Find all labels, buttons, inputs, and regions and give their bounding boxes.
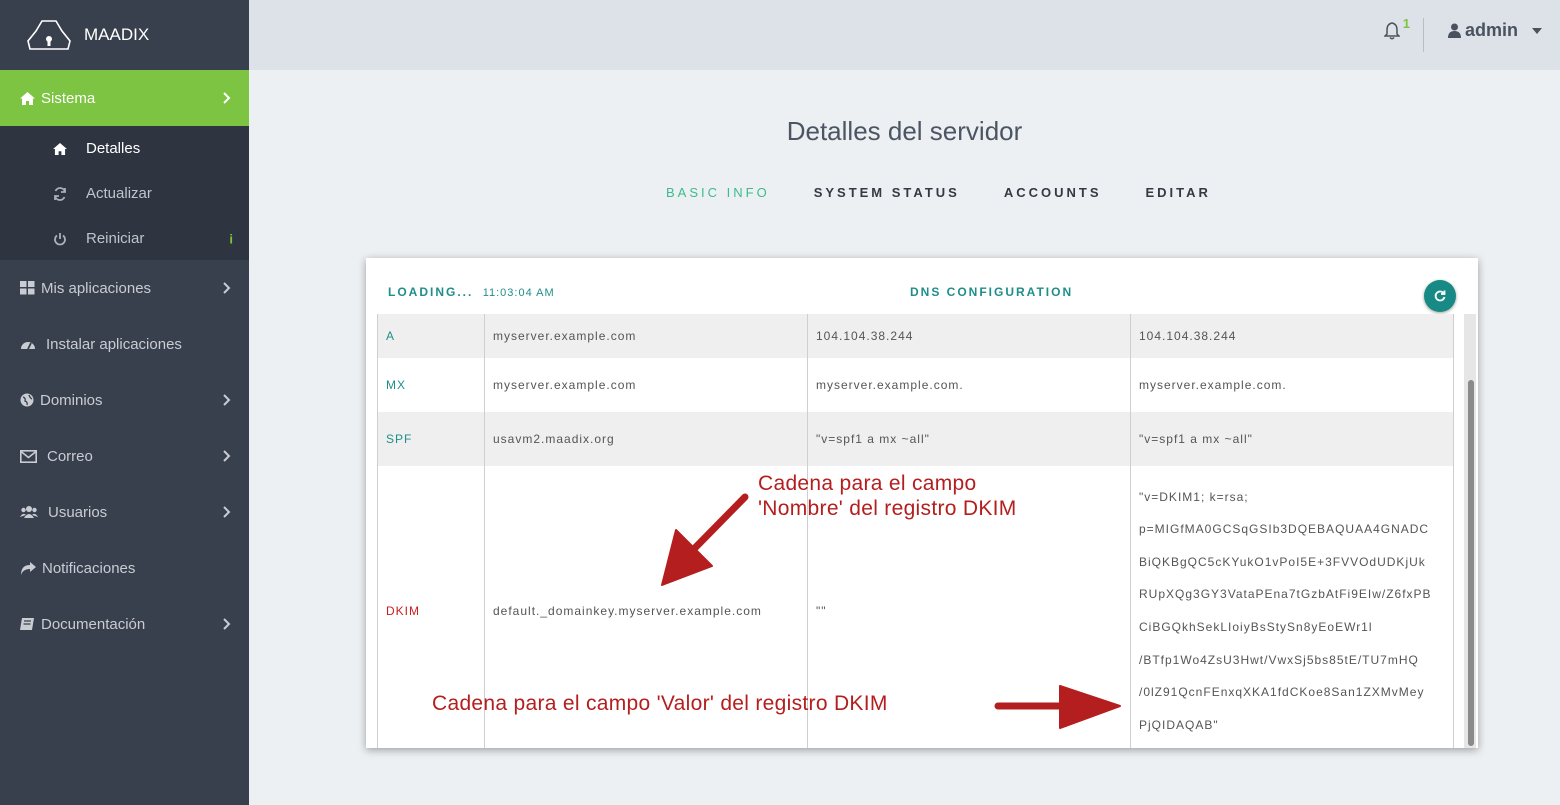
dkim-value-line: CiBGQkhSekLIoiyBsStySn8yEoEWr1l — [1139, 620, 1373, 634]
annotation-line: 'Nombre' del registro DKIM — [758, 497, 1017, 520]
chevron-right-icon — [223, 618, 231, 630]
globe-icon — [20, 393, 34, 407]
chevron-right-icon — [223, 92, 231, 104]
dns-table: A myserver.example.com 104.104.38.244 10… — [377, 314, 1454, 748]
record-current: "v=spf1 a mx ~all" — [807, 412, 1131, 466]
users-icon — [20, 506, 38, 518]
dkim-value-line: p=MIGfMA0GCSqGSIb3DQEBAQUAA4GNADC — [1139, 522, 1430, 537]
info-badge-icon: i — [229, 231, 233, 246]
scrollbar-thumb[interactable] — [1468, 380, 1474, 746]
sidebar-item-label: Correo — [47, 447, 93, 465]
refresh-icon — [54, 186, 66, 201]
table-row: MX myserver.example.com myserver.example… — [377, 358, 1454, 412]
chevron-right-icon — [223, 394, 231, 406]
brand-name: MAADIX — [84, 25, 150, 44]
brand[interactable]: MAADIX — [0, 0, 249, 70]
envelope-icon — [20, 449, 37, 463]
dkim-value-line: /0lZ91QcnFEnxqXKA1fdCKoe8San1ZXMvMey — [1139, 685, 1425, 700]
notification-count: 1 — [1402, 16, 1410, 31]
loading-time: 11:03:04 AM — [482, 287, 555, 299]
grid-icon — [20, 281, 35, 295]
bell-icon[interactable] — [1384, 22, 1400, 40]
chevron-right-icon — [223, 282, 231, 294]
tab-editar[interactable]: EDITAR — [1146, 185, 1211, 200]
dashboard-icon — [21, 342, 35, 350]
page-title: Detalles del servidor — [786, 116, 1023, 146]
sidebar-subitem-label: Actualizar — [86, 185, 152, 202]
dkim-value-line: RUpXQg3GY3VataPEna7tGzbAtFi9EIw/Z6fxPB — [1139, 587, 1432, 602]
chevron-right-icon — [223, 450, 231, 462]
tab-basic-info[interactable]: BASIC INFO — [666, 185, 770, 200]
loading-status: LOADING... 11:03:04 AM — [388, 285, 555, 299]
record-name: usavm2.maadix.org — [484, 412, 808, 466]
chevron-right-icon — [223, 506, 231, 518]
sidebar-item-label: Sistema — [41, 89, 96, 107]
sidebar: MAADIX Sistema Detalles Actualizar Reini… — [0, 0, 249, 805]
tab-accounts[interactable]: ACCOUNTS — [1004, 185, 1102, 200]
top-bar: 1 admin — [249, 0, 1560, 70]
user-icon — [1447, 23, 1461, 38]
sidebar-item-label: Documentación — [41, 615, 146, 633]
record-expected: myserver.example.com. — [1130, 358, 1454, 412]
refresh-button[interactable] — [1424, 280, 1456, 312]
record-current: myserver.example.com. — [807, 358, 1131, 412]
sidebar-subitem-reiniciar[interactable]: Reiniciar i — [0, 216, 249, 261]
sidebar-item-label: Notificaciones — [42, 559, 136, 577]
annotation-line: Cadena para el campo — [758, 472, 977, 495]
sidebar-item-notificaciones[interactable]: Notificaciones — [0, 540, 249, 596]
refresh-icon — [1434, 290, 1446, 302]
record-name: myserver.example.com — [484, 358, 808, 412]
record-type: SPF — [377, 412, 485, 466]
tab-system-status[interactable]: SYSTEM STATUS — [814, 185, 960, 200]
sidebar-item-label: Mis aplicaciones — [41, 279, 152, 297]
record-expected: "v=spf1 a mx ~all" — [1130, 412, 1454, 466]
book-icon — [20, 618, 34, 630]
loading-label: LOADING... — [388, 285, 474, 299]
sidebar-item-mis-aplicaciones[interactable]: Mis aplicaciones — [0, 260, 249, 316]
dkim-value: "v=DKIM1; k=rsa; p=MIGfMA0GCSqGSIb3DQEBA… — [1139, 481, 1453, 742]
sistema-submenu: Detalles Actualizar Reiniciar i — [0, 126, 249, 260]
sidebar-item-label: Usuarios — [48, 503, 108, 521]
sidebar-item-label: Dominios — [40, 391, 103, 409]
sidebar-item-dominios[interactable]: Dominios — [0, 372, 249, 428]
caret-down-icon — [1532, 27, 1542, 34]
annotation-valor: Cadena para el campo 'Valor' del registr… — [432, 692, 888, 715]
dkim-value-line: "v=DKIM1; k=rsa; — [1139, 489, 1249, 504]
sidebar-subitem-label: Detalles — [86, 140, 141, 157]
sidebar-item-correo[interactable]: Correo — [0, 428, 249, 484]
username: admin — [1464, 20, 1518, 40]
sidebar-item-usuarios[interactable]: Usuarios — [0, 484, 249, 540]
card-title: DNS CONFIGURATION — [910, 285, 1074, 299]
sidebar-subitem-label: Reiniciar — [86, 230, 145, 247]
dkim-value-line: /BTfp1Wo4ZsU3Hwt/VwxSj5bs85tE/TU7mHQ — [1139, 652, 1419, 667]
table-row: A myserver.example.com 104.104.38.244 10… — [377, 314, 1454, 358]
sidebar-item-sistema[interactable]: Sistema — [0, 70, 249, 126]
home-icon — [20, 91, 35, 105]
sidebar-subitem-actualizar[interactable]: Actualizar — [0, 171, 249, 216]
user-menu[interactable]: admin — [1447, 20, 1542, 41]
record-expected: 104.104.38.244 — [1130, 314, 1454, 358]
dkim-value-line: PjQIDAQAB" — [1139, 717, 1219, 732]
cloud-lock-logo-icon — [27, 20, 71, 50]
annotation-nombre: Cadena para el campo 'Nombre' del regist… — [758, 471, 1017, 521]
record-type: A — [377, 314, 485, 358]
table-row: SPF usavm2.maadix.org "v=spf1 a mx ~all"… — [377, 412, 1454, 466]
record-name: myserver.example.com — [484, 314, 808, 358]
power-icon — [54, 232, 66, 245]
sidebar-item-documentacion[interactable]: Documentación — [0, 596, 249, 652]
record-expected: "v=DKIM1; k=rsa; p=MIGfMA0GCSqGSIb3DQEBA… — [1130, 466, 1454, 748]
dkim-value-line: BiQKBgQC5cKYukO1vPoI5E+3FVVOdUDKjUk — [1139, 554, 1426, 569]
tab-bar: BASIC INFO SYSTEM STATUS ACCOUNTS EDITAR — [666, 185, 1255, 200]
divider — [1423, 18, 1424, 52]
sidebar-subitem-detalles[interactable]: Detalles — [0, 126, 249, 171]
record-current: 104.104.38.244 — [807, 314, 1131, 358]
share-arrow-icon — [21, 561, 36, 575]
record-type: MX — [377, 358, 485, 412]
card-header: LOADING... 11:03:04 AM DNS CONFIGURATION — [366, 258, 1478, 314]
sidebar-item-instalar-aplicaciones[interactable]: Instalar aplicaciones — [0, 316, 249, 372]
sidebar-item-label: Instalar aplicaciones — [46, 335, 182, 353]
home-icon — [53, 142, 67, 155]
